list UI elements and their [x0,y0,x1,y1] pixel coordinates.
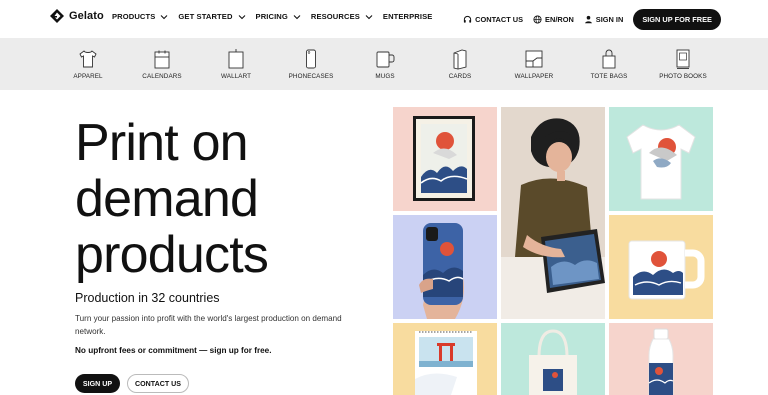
framed-print-image [393,107,497,211]
category-tote-bags[interactable]: TOTE BAGS [579,38,639,90]
menu-resources-label: RESOURCES [310,12,360,21]
menu-products-label: PRODUCTS [112,12,156,21]
sign-in-label: SIGN IN [595,15,624,24]
category-cards[interactable]: CARDS [430,38,490,90]
category-bar: APPAREL CALENDARS WALLART PHONECASES MUG… [0,38,768,90]
language-selector[interactable]: EN/RON [533,15,574,24]
category-mugs[interactable]: MUGS [355,38,415,90]
tshirt-image [609,107,713,211]
menu-get-started[interactable]: GET STARTED [178,12,245,21]
phone-icon [306,49,316,69]
calendar-icon [154,50,170,69]
chevron-down-icon [365,14,373,19]
category-calendars[interactable]: CALENDARS [132,38,192,90]
menu-pricing-label: PRICING [255,12,288,21]
category-label: WALLART [220,73,252,80]
category-photo-books[interactable]: PHOTO BOOKS [653,38,713,90]
gelato-logo-icon [50,9,64,23]
gelato-logo[interactable]: Gelato [50,9,104,23]
mug-icon [376,51,395,68]
category-label: TOTE BAGS [590,73,628,80]
artist-drawing-photo [501,107,605,319]
card-icon [453,49,467,70]
menu-products[interactable]: PRODUCTS [112,12,168,21]
category-label: WALLPAPER [514,73,554,80]
hero-subtitle: Production in 32 countries [75,291,220,305]
globe-icon [533,15,542,24]
hero-title-line: demand [75,170,259,228]
bottle-image [609,323,713,395]
menu-enterprise-label: ENTERPRISE [382,12,433,21]
tote-bag-image [501,323,605,395]
hero-note: No upfront fees or commitment — sign up … [75,346,272,355]
menu-enterprise[interactable]: ENTERPRISE [383,12,433,21]
chevron-down-icon [161,14,168,19]
category-apparel[interactable]: APPAREL [58,38,118,90]
menu-resources[interactable]: RESOURCES [311,12,373,21]
right-nav: CONTACT US EN/RON SIGN IN SIGN UP FOR FR… [453,9,721,30]
contact-us-label: CONTACT US [475,15,524,24]
phone-case-image [393,215,497,319]
headset-icon [463,15,472,23]
sign-up-free-button[interactable]: SIGN UP FOR FREE [633,9,721,30]
wallpaper-icon [525,50,543,68]
tshirt-icon [79,50,97,68]
category-label: PHOTO BOOKS [659,73,707,80]
contact-us-button[interactable]: CONTACT US [127,374,189,393]
sign-up-button[interactable]: SIGN UP [75,374,120,393]
main-menu: PRODUCTS GET STARTED PRICING RESOURCES E… [112,12,442,21]
photo-book-icon [676,49,690,69]
category-wallpaper[interactable]: WALLPAPER [504,38,564,90]
menu-get-started-label: GET STARTED [178,12,233,21]
brand-name: Gelato [69,10,104,22]
chevron-down-icon [293,14,301,19]
hero-title: Print on demand products [75,115,375,283]
tote-bag-icon [602,49,616,69]
category-label: PHONECASES [288,73,334,80]
hero-description: Turn your passion into profit with the w… [75,314,342,336]
contact-us-link[interactable]: CONTACT US [463,15,523,24]
frame-icon [228,49,244,69]
category-label: APPAREL [73,73,103,80]
user-icon [584,15,592,24]
chevron-down-icon [238,14,245,19]
top-nav: Gelato PRODUCTS GET STARTED PRICING RESO… [0,0,768,38]
calendar-image [393,323,497,395]
category-phonecases[interactable]: PHONECASES [281,38,341,90]
menu-pricing[interactable]: PRICING [256,12,301,21]
category-wallart[interactable]: WALLART [206,38,266,90]
hero-title-line: products [75,226,269,284]
category-label: CALENDARS [142,73,182,80]
category-label: CARDS [448,73,472,80]
category-label: MUGS [375,73,395,80]
language-label: EN/RON [545,15,574,24]
hero-title-line: Print on [75,114,249,172]
sign-in-link[interactable]: SIGN IN [584,15,624,24]
mug-image [609,215,713,319]
